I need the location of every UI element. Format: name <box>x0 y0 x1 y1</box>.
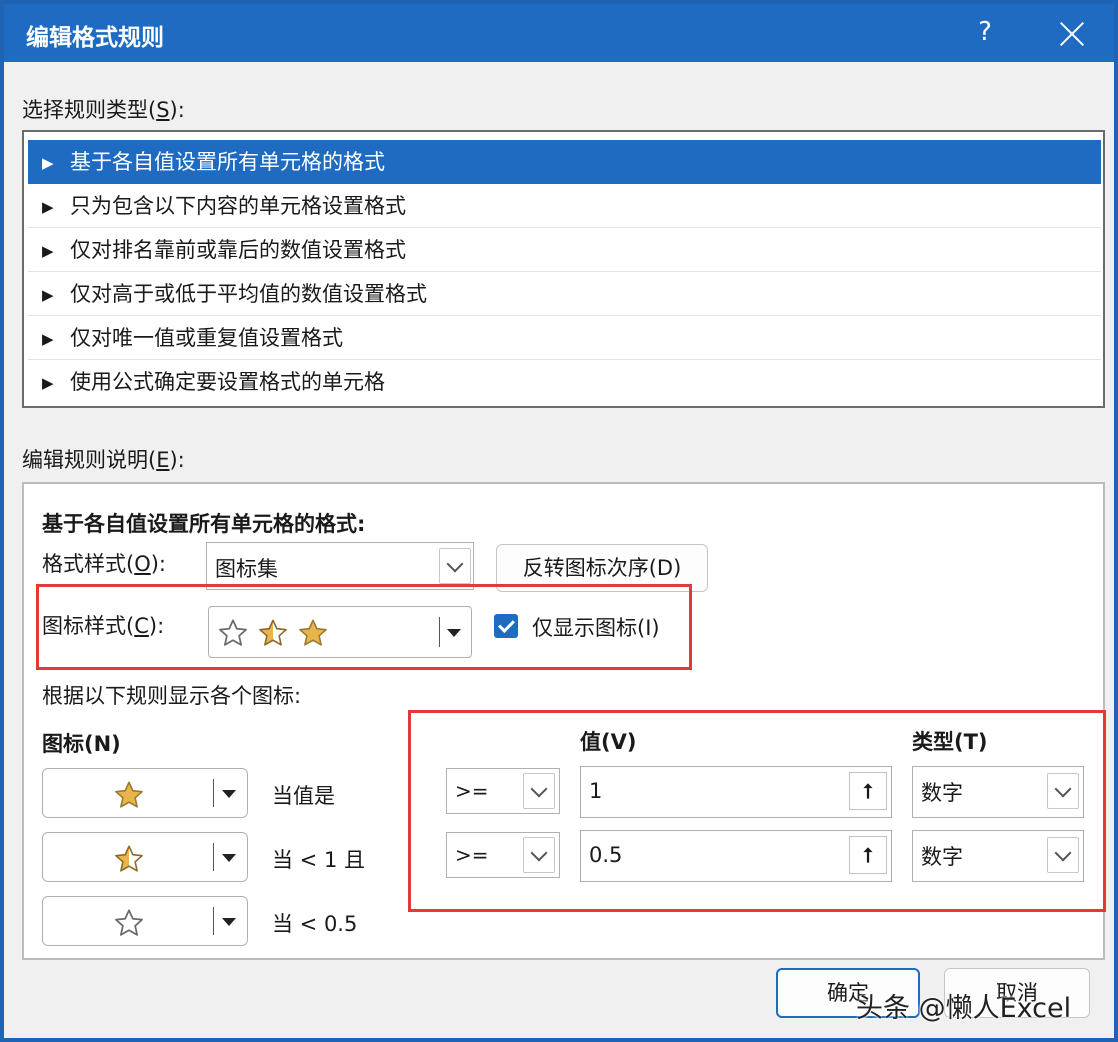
icon-rules-caption: 根据以下规则显示各个图标: <box>42 684 302 708</box>
icon-select-row-3[interactable] <box>42 896 248 946</box>
dropdown-separator <box>213 843 214 871</box>
dropdown-separator <box>213 907 214 935</box>
highlight-box-rules <box>408 710 1106 912</box>
triangle-right-icon: ▶ <box>42 374 54 392</box>
dropdown-arrow-icon <box>222 918 236 926</box>
format-style-label: 格式样式(O): <box>42 552 167 576</box>
icon-select-row-1[interactable] <box>42 768 248 818</box>
rule-description-label: 编辑规则说明(E): <box>22 448 185 472</box>
triangle-right-icon: ▶ <box>42 154 54 172</box>
edit-format-rule-dialog: 编辑格式规则 ? 选择规则类型(S): ▶ 基于各自值设置所有单元格的格式 ▶ 只为… <box>0 0 1118 1042</box>
help-button[interactable]: ? <box>968 14 1002 50</box>
rule-type-label: 选择规则类型(S): <box>22 98 185 122</box>
close-icon[interactable] <box>1052 14 1092 54</box>
triangle-right-icon: ▶ <box>42 286 54 304</box>
title-bar: 编辑格式规则 ? <box>4 4 1114 62</box>
chevron-down-icon <box>439 548 471 584</box>
watermark-text: 头条 @懒人Excel <box>856 993 1072 1024</box>
rule-type-item[interactable]: ▶ 仅对唯一值或重复值设置格式 <box>28 316 1101 360</box>
triangle-right-icon: ▶ <box>42 242 54 260</box>
dropdown-arrow-icon <box>222 790 236 798</box>
rule-type-item[interactable]: ▶ 仅对排名靠前或靠后的数值设置格式 <box>28 228 1101 272</box>
dialog-title: 编辑格式规则 <box>26 25 164 51</box>
full-star-icon <box>115 781 143 808</box>
rule-description-panel: 基于各自值设置所有单元格的格式: 格式样式(O): 图标集 反转图标次序(D) … <box>22 482 1106 960</box>
triangle-right-icon: ▶ <box>42 198 54 216</box>
triangle-right-icon: ▶ <box>42 330 54 348</box>
rule-type-item[interactable]: ▶ 仅对高于或低于平均值的数值设置格式 <box>28 272 1101 316</box>
rule-type-item[interactable]: ▶ 基于各自值设置所有单元格的格式 <box>28 140 1101 184</box>
rule-type-item[interactable]: ▶ 只为包含以下内容的单元格设置格式 <box>28 184 1101 228</box>
dropdown-separator <box>213 779 214 807</box>
condition-label-row-2: 当 < 1 且 <box>272 848 365 872</box>
dropdown-arrow-icon <box>222 854 236 862</box>
empty-star-icon <box>115 909 143 936</box>
icon-column-header: 图标(N) <box>42 732 121 756</box>
rule-type-list: ▶ 基于各自值设置所有单元格的格式 ▶ 只为包含以下内容的单元格设置格式 ▶ 仅对排名… <box>22 130 1105 408</box>
condition-label-row-3: 当 < 0.5 <box>272 912 358 936</box>
rule-type-item[interactable]: ▶ 使用公式确定要设置格式的单元格 <box>28 360 1101 404</box>
icon-select-row-2[interactable] <box>42 832 248 882</box>
description-heading: 基于各自值设置所有单元格的格式: <box>42 512 366 536</box>
condition-label-row-1: 当值是 <box>272 784 335 808</box>
highlight-box-icon-style <box>36 584 692 670</box>
half-star-icon <box>115 845 143 872</box>
format-style-select[interactable]: 图标集 <box>206 542 474 590</box>
